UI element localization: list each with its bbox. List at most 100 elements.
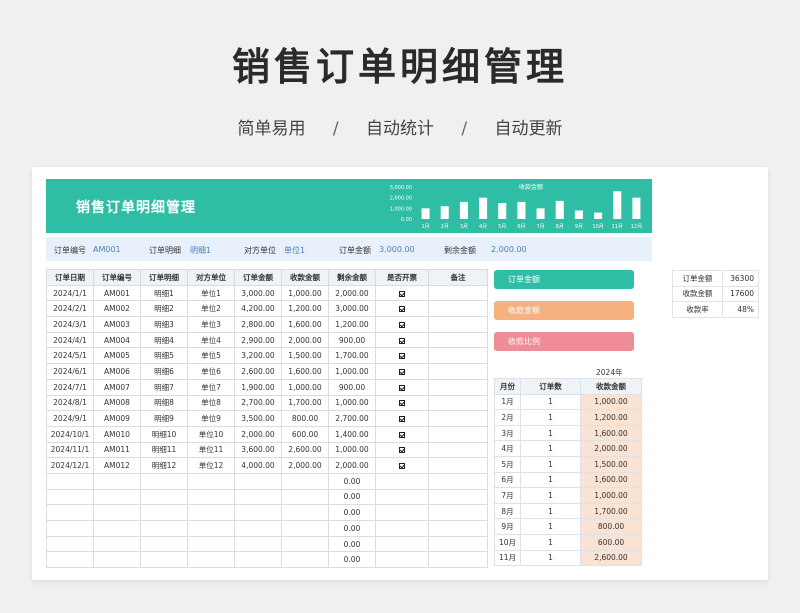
table-row[interactable]: 2024/11/1 AM011 明细11 单位11 3,600.00 2,600.00 1,… <box>46 441 488 459</box>
chart-bar[interactable] <box>498 203 507 219</box>
column-header[interactable]: 订单金额 <box>234 269 282 286</box>
table-cell[interactable]: 0.00 <box>328 504 376 521</box>
table-cell[interactable] <box>140 488 188 506</box>
checkbox-checked-icon[interactable] <box>399 416 405 423</box>
party-value[interactable]: 单位1 <box>284 245 305 256</box>
table-cell[interactable]: 2,800.00 <box>234 316 282 333</box>
checkbox-checked-icon[interactable] <box>399 431 405 438</box>
invoice-checkbox-cell[interactable] <box>375 347 429 365</box>
table-cell[interactable]: 2,600.00 <box>234 363 282 380</box>
invoice-checkbox-cell[interactable] <box>375 284 429 302</box>
table-cell[interactable] <box>281 488 329 506</box>
table-row[interactable]: 2024/2/1 AM002 明细2 单位2 4,200.00 1,200.00 3,000… <box>46 300 488 318</box>
table-cell[interactable] <box>93 472 141 490</box>
table-cell[interactable]: 1,600.00 <box>281 363 329 380</box>
table-cell[interactable] <box>375 551 429 569</box>
checkbox-checked-icon[interactable] <box>399 447 405 454</box>
table-cell[interactable]: AM012 <box>93 457 141 474</box>
table-cell[interactable]: 明细8 <box>140 394 188 412</box>
table-cell[interactable]: AM009 <box>93 410 141 427</box>
table-cell[interactable]: 3,600.00 <box>234 441 282 459</box>
table-cell[interactable]: 3,200.00 <box>234 347 282 365</box>
note-cell[interactable] <box>428 363 488 380</box>
table-cell[interactable]: 单位4 <box>187 331 235 349</box>
note-cell[interactable] <box>428 316 488 333</box>
table-cell[interactable] <box>428 551 488 569</box>
table-cell[interactable] <box>93 551 141 569</box>
table-cell[interactable] <box>428 504 488 521</box>
table-cell[interactable] <box>234 551 282 569</box>
table-cell[interactable]: 2024/8/1 <box>46 394 94 412</box>
table-row[interactable]: 2024/3/1 AM003 明细3 单位3 2,800.00 1,600.00 1,200… <box>46 316 488 333</box>
table-cell[interactable]: AM001 <box>93 284 141 302</box>
chart-bar[interactable] <box>517 201 526 219</box>
table-cell[interactable]: 明细2 <box>140 300 188 318</box>
table-cell[interactable] <box>375 535 429 553</box>
column-header[interactable]: 订单明细 <box>140 269 188 286</box>
table-cell[interactable] <box>140 551 188 569</box>
table-cell[interactable]: 2,700.00 <box>328 410 376 427</box>
table-cell[interactable]: 900.00 <box>328 331 376 349</box>
column-header[interactable]: 剩余金额 <box>328 269 376 286</box>
chart-bar[interactable] <box>479 197 488 219</box>
table-cell[interactable]: 单位3 <box>187 316 235 333</box>
table-cell[interactable] <box>428 488 488 506</box>
table-cell[interactable] <box>375 488 429 506</box>
note-cell[interactable] <box>428 300 488 318</box>
table-cell[interactable] <box>234 488 282 506</box>
note-cell[interactable] <box>428 425 488 443</box>
table-cell[interactable] <box>375 504 429 521</box>
column-header[interactable]: 是否开票 <box>375 269 429 286</box>
checkbox-checked-icon[interactable] <box>399 290 405 297</box>
table-cell[interactable]: 明细4 <box>140 331 188 349</box>
table-cell[interactable]: 1,000.00 <box>281 284 329 302</box>
table-cell[interactable]: 0.00 <box>328 488 376 506</box>
note-cell[interactable] <box>428 457 488 474</box>
table-cell[interactable]: 1,900.00 <box>234 378 282 396</box>
checkbox-checked-icon[interactable] <box>399 400 405 407</box>
table-cell[interactable]: 2024/6/1 <box>46 363 94 380</box>
table-cell[interactable] <box>93 488 141 506</box>
table-cell[interactable]: 1,200.00 <box>281 300 329 318</box>
table-cell[interactable]: 2024/1/1 <box>46 284 94 302</box>
table-cell[interactable] <box>281 472 329 490</box>
column-header[interactable]: 备注 <box>428 269 488 286</box>
table-cell[interactable]: 明细9 <box>140 410 188 427</box>
note-cell[interactable] <box>428 331 488 349</box>
table-cell[interactable] <box>140 535 188 553</box>
table-row[interactable]: 2024/9/1 AM009 明细9 单位9 3,500.00 800.00 2,700.0… <box>46 410 488 427</box>
invoice-checkbox-cell[interactable] <box>375 441 429 459</box>
table-cell[interactable]: 0.00 <box>328 535 376 553</box>
chart-bar[interactable] <box>574 210 583 219</box>
table-cell[interactable] <box>140 504 188 521</box>
table-cell[interactable]: 单位6 <box>187 363 235 380</box>
table-cell[interactable] <box>46 520 94 537</box>
table-cell[interactable]: 2,000.00 <box>328 457 376 474</box>
table-cell[interactable]: 单位7 <box>187 378 235 396</box>
table-cell[interactable] <box>187 551 235 569</box>
table-cell[interactable]: AM002 <box>93 300 141 318</box>
table-cell[interactable]: 2024/4/1 <box>46 331 94 349</box>
table-cell[interactable]: 2,700.00 <box>234 394 282 412</box>
table-cell[interactable]: 2024/12/1 <box>46 457 94 474</box>
table-cell[interactable] <box>281 504 329 521</box>
table-cell[interactable]: 3,000.00 <box>234 284 282 302</box>
table-cell[interactable]: 3,000.00 <box>328 300 376 318</box>
column-header[interactable]: 订单编号 <box>93 269 141 286</box>
note-cell[interactable] <box>428 284 488 302</box>
checkbox-checked-icon[interactable] <box>399 384 405 391</box>
table-row[interactable]: 0.00 <box>46 472 488 490</box>
table-cell[interactable]: AM008 <box>93 394 141 412</box>
table-cell[interactable] <box>46 504 94 521</box>
table-cell[interactable]: 2,000.00 <box>234 425 282 443</box>
table-cell[interactable]: 0.00 <box>328 472 376 490</box>
note-cell[interactable] <box>428 394 488 412</box>
table-cell[interactable]: AM004 <box>93 331 141 349</box>
table-cell[interactable] <box>93 535 141 553</box>
table-cell[interactable]: AM006 <box>93 363 141 380</box>
chart-bar[interactable] <box>613 191 622 219</box>
table-cell[interactable]: 单位8 <box>187 394 235 412</box>
table-cell[interactable]: 1,700.00 <box>281 394 329 412</box>
chart-bar[interactable] <box>440 206 449 219</box>
table-cell[interactable] <box>428 535 488 553</box>
